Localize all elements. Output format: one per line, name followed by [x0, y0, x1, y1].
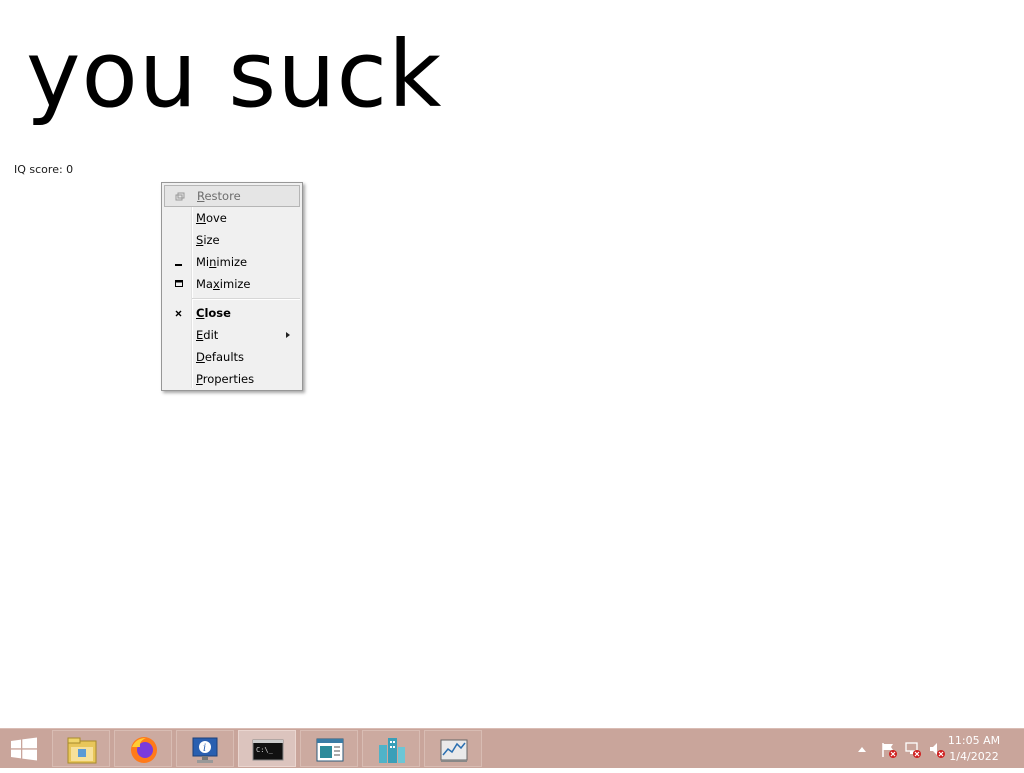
menu-item-minimize-label: Minimize [196, 255, 248, 269]
menu-item-minimize[interactable]: Minimize [164, 251, 300, 273]
desktop: you suck IQ score: 0 Restore Move Size M… [0, 0, 1024, 728]
taskbar: i C:\_ 11:05 AM 1/4/2022 [0, 728, 1024, 768]
menu-item-maximize-label: Maximize [196, 277, 251, 291]
taskbar-performance-monitor[interactable] [424, 730, 482, 767]
taskbar-file-explorer[interactable] [52, 730, 110, 767]
menu-item-move[interactable]: Move [164, 207, 300, 229]
menu-item-close[interactable]: Close [164, 302, 300, 324]
menu-item-restore-label: Restore [197, 189, 241, 203]
menu-item-move-label: Move [196, 211, 227, 225]
menu-item-defaults-label: Defaults [196, 350, 245, 364]
close-icon [172, 302, 186, 324]
menu-item-maximize[interactable]: Maximize [164, 273, 300, 295]
windows-logo-icon [11, 737, 37, 761]
system-information-icon: i [192, 737, 218, 763]
big-message-text: you suck [26, 21, 443, 128]
taskbar-firefox[interactable] [114, 730, 172, 767]
clock-date: 1/4/2022 [949, 750, 999, 763]
command-prompt-icon: C:\_ [252, 739, 284, 761]
maximize-icon [172, 273, 186, 295]
taskbar-command-prompt[interactable]: C:\_ [238, 730, 296, 767]
iq-score-label: IQ score: 0 [14, 163, 74, 176]
clock-time: 11:05 AM [947, 734, 1001, 747]
menu-item-restore[interactable]: Restore [164, 185, 300, 207]
taskbar-city-app[interactable] [362, 730, 420, 767]
svg-text:C:\_: C:\_ [256, 746, 274, 754]
menu-item-properties-label: Properties [196, 372, 255, 386]
menu-item-edit-label: Edit [196, 328, 219, 342]
network-icon[interactable] [904, 741, 922, 759]
performance-monitor-icon [440, 739, 468, 762]
taskbar-clock[interactable]: 11:05 AM 1/4/2022 [944, 733, 1004, 765]
submenu-arrow-icon [286, 332, 290, 338]
file-explorer-icon [67, 737, 97, 764]
restore-icon [173, 186, 187, 208]
svg-text:i: i [203, 743, 206, 754]
menu-item-properties[interactable]: Properties [164, 368, 300, 390]
start-button[interactable] [0, 729, 48, 769]
menu-item-defaults[interactable]: Defaults [164, 346, 300, 368]
city-buildings-icon [379, 738, 405, 763]
menu-separator [192, 298, 300, 300]
taskbar-notepad[interactable] [300, 730, 358, 767]
menu-item-edit[interactable]: Edit [164, 324, 300, 346]
notepad-icon [316, 738, 344, 762]
menu-item-size[interactable]: Size [164, 229, 300, 251]
menu-item-close-label: Close [196, 306, 231, 320]
show-hidden-icons-chevron-icon[interactable] [857, 745, 867, 753]
firefox-icon [131, 737, 157, 763]
taskbar-system-information[interactable]: i [176, 730, 234, 767]
system-tray: 11:05 AM 1/4/2022 [834, 729, 1024, 769]
menu-item-size-label: Size [196, 233, 220, 247]
system-context-menu: Restore Move Size Minimize Maximize Clos [161, 182, 303, 391]
action-center-flag-icon[interactable] [880, 741, 898, 759]
minimize-icon [172, 251, 186, 273]
